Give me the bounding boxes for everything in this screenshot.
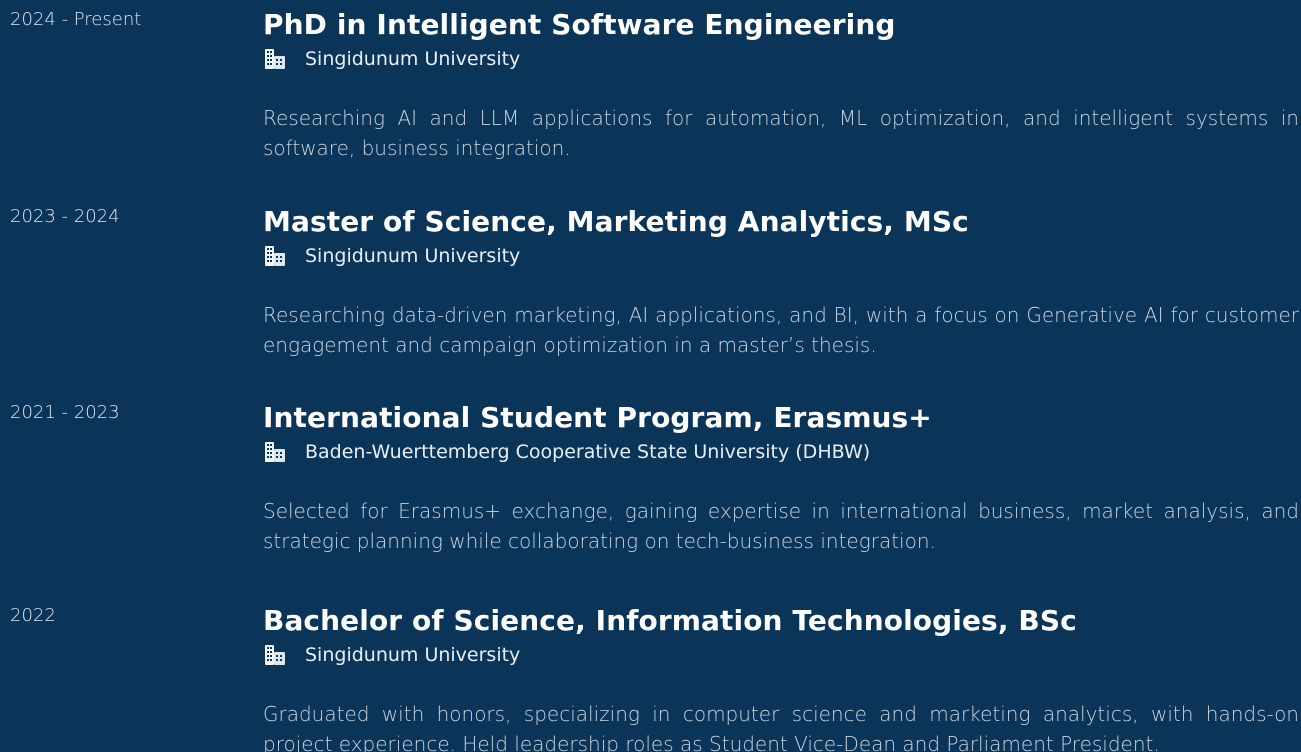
- entry-institution: Singidunum University: [263, 47, 1301, 71]
- entry-description: Researching AI and LLM applications for …: [263, 106, 1299, 160]
- entry-title: PhD in Intelligent Software Engineering: [263, 8, 896, 41]
- entry-date: 2024 - Present: [10, 9, 142, 30]
- entry-content: Bachelor of Science, Information Technol…: [263, 604, 1301, 752]
- entry-description: Selected for Erasmus+ exchange, gaining …: [263, 499, 1299, 553]
- entry-content: Master of Science, Marketing Analytics, …: [263, 205, 1301, 360]
- entry-content: International Student Program, Erasmus+ …: [263, 401, 1301, 556]
- entry-date: 2021 - 2023: [10, 402, 120, 423]
- entry-content: PhD in Intelligent Software Engineering …: [263, 8, 1301, 163]
- entry-institution: Singidunum University: [263, 244, 1301, 268]
- entry-institution: Baden-Wuerttemberg Cooperative State Uni…: [263, 440, 1301, 464]
- institution-name: Singidunum University: [305, 48, 521, 70]
- building-icon: [265, 246, 285, 266]
- building-icon: [265, 49, 285, 69]
- entry-title: Master of Science, Marketing Analytics, …: [263, 205, 969, 238]
- institution-name: Singidunum University: [305, 245, 521, 267]
- entry-description: Researching data-driven marketing, AI ap…: [263, 303, 1299, 357]
- institution-name: Singidunum University: [305, 644, 521, 666]
- education-timeline: 2024 - Present PhD in Intelligent Softwa…: [0, 0, 1301, 752]
- entry-description: Graduated with honors, specializing in c…: [263, 702, 1299, 752]
- building-icon: [265, 645, 285, 665]
- entry-title: International Student Program, Erasmus+: [263, 401, 932, 434]
- entry-date: 2022: [10, 605, 56, 626]
- entry-date: 2023 - 2024: [10, 206, 120, 227]
- entry-title: Bachelor of Science, Information Technol…: [263, 604, 1077, 637]
- building-icon: [265, 442, 285, 462]
- institution-name: Baden-Wuerttemberg Cooperative State Uni…: [305, 441, 871, 463]
- entry-institution: Singidunum University: [263, 643, 1301, 667]
